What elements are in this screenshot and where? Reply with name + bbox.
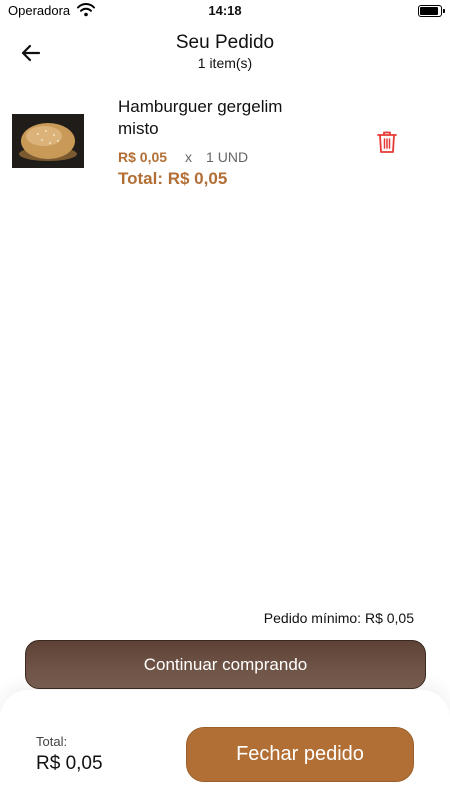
- status-bar: Operadora 14:18: [0, 0, 450, 24]
- cart-item: Hamburguer gergelim misto R$ 0,05 x 1 UND …: [0, 96, 450, 196]
- product-name: Hamburguer gergelim misto: [118, 97, 283, 138]
- battery-icon: [418, 5, 445, 17]
- product-image: [12, 114, 84, 168]
- price-row: R$ 0,05 x 1 UND: [118, 149, 248, 165]
- continue-shopping-button[interactable]: Continuar comprando: [25, 640, 426, 689]
- item-total: Total: R$ 0,05: [118, 169, 228, 188]
- order-screen: Operadora 14:18 Seu Pedido 1 item(s) Ham…: [0, 0, 450, 800]
- unit-price: R$ 0,05: [118, 149, 168, 165]
- multiply-sign: x: [185, 149, 193, 165]
- trash-icon[interactable]: [374, 129, 400, 155]
- minimum-order: Pedido mínimo: R$ 0,05: [263, 610, 414, 626]
- page-title: Seu Pedido: [175, 32, 275, 53]
- total-value: R$ 0,05: [36, 753, 103, 774]
- status-time: 14:18: [208, 3, 242, 18]
- quantity: 1 UND: [206, 149, 249, 165]
- item-count: 1 item(s): [197, 55, 253, 71]
- total-label: Total:: [36, 734, 68, 749]
- close-order-button[interactable]: Fechar pedido: [186, 727, 414, 782]
- checkout-panel: Total: R$ 0,05 Fechar pedido: [0, 690, 450, 800]
- header: Seu Pedido 1 item(s): [0, 28, 450, 76]
